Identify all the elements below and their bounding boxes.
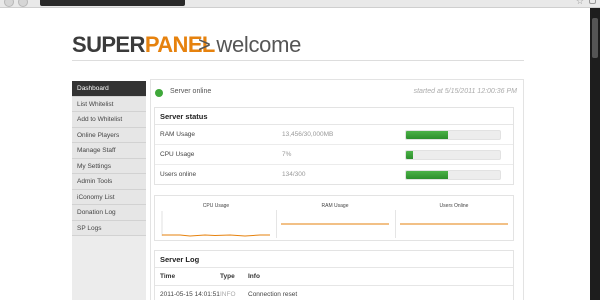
status-value: 13,456/30,000MB bbox=[282, 131, 334, 138]
usage-charts-panel: CPU Usage RAM Usage Users Online bbox=[154, 195, 514, 241]
sidebar-item-admin-tools[interactable]: Admin Tools bbox=[72, 174, 146, 190]
status-label: CPU Usage bbox=[160, 151, 195, 158]
chart-title: Users Online bbox=[439, 203, 469, 209]
server-log-title: Server Log bbox=[155, 251, 513, 268]
header-divider bbox=[72, 60, 524, 61]
sidebar: Dashboard List Whitelist Add to Whitelis… bbox=[72, 81, 146, 300]
status-row-ram: RAM Usage 13,456/30,000MB bbox=[155, 125, 513, 145]
sidebar-item-my-settings[interactable]: My Settings bbox=[72, 158, 146, 174]
progress-fill bbox=[406, 131, 449, 139]
ram-sparkline bbox=[281, 223, 389, 225]
column-header-type: Type bbox=[220, 273, 235, 280]
back-icon[interactable] bbox=[4, 0, 14, 7]
sidebar-item-list-whitelist[interactable]: List Whitelist bbox=[72, 96, 146, 112]
logo: SUPERPANEL bbox=[72, 34, 215, 56]
scrollbar[interactable] bbox=[592, 18, 598, 58]
column-header-time: Time bbox=[160, 273, 176, 280]
progress-fill bbox=[406, 151, 413, 159]
log-type: INFO bbox=[220, 291, 236, 298]
status-row-cpu: CPU Usage 7% bbox=[155, 145, 513, 165]
sidebar-item-online-players[interactable]: Online Players bbox=[72, 127, 146, 143]
status-value: 134/300 bbox=[282, 171, 306, 178]
log-info: Connection reset bbox=[248, 291, 298, 298]
sidebar-item-add-to-whitelist[interactable]: Add to Whitelist bbox=[72, 112, 146, 128]
users-online-chart: Users Online bbox=[395, 196, 513, 242]
status-value: 7% bbox=[282, 151, 292, 158]
ram-progress-bar bbox=[405, 130, 501, 140]
server-log-panel: Server Log Time Type Info 2011-05-15 14:… bbox=[154, 250, 514, 300]
server-online-text: Server online bbox=[170, 88, 212, 95]
log-time: 2011-05-15 14:01:51 bbox=[160, 291, 220, 298]
log-table-header: Time Type Info bbox=[155, 268, 513, 286]
cpu-progress-bar bbox=[405, 150, 501, 160]
online-status-icon bbox=[155, 89, 163, 97]
users-sparkline bbox=[400, 223, 508, 225]
sidebar-filler bbox=[72, 236, 146, 300]
browser-toolbar: ☆ bbox=[0, 0, 600, 8]
sidebar-item-dashboard[interactable]: Dashboard bbox=[72, 81, 146, 97]
progress-fill bbox=[406, 171, 449, 179]
table-row: 2011-05-15 14:01:51 INFO Connection rese… bbox=[155, 286, 513, 300]
status-row-users: Users online 134/300 bbox=[155, 165, 513, 185]
status-label: Users online bbox=[160, 171, 197, 178]
window-edge bbox=[590, 8, 600, 300]
sidebar-item-sp-logs[interactable]: SP Logs bbox=[72, 220, 146, 236]
chart-title: RAM Usage bbox=[321, 203, 349, 209]
star-icon[interactable]: ☆ bbox=[576, 0, 584, 7]
users-progress-bar bbox=[405, 170, 501, 180]
address-bar[interactable] bbox=[40, 0, 185, 6]
started-at-text: started at 5/15/2011 12:00:36 PM bbox=[413, 88, 517, 95]
server-status-line: Server online started at 5/15/2011 12:00… bbox=[155, 86, 517, 100]
forward-icon[interactable] bbox=[18, 0, 28, 7]
cpu-usage-chart: CPU Usage bbox=[157, 196, 275, 242]
sidebar-item-manage-staff[interactable]: Manage Staff bbox=[72, 143, 146, 159]
logo-super: SUPER bbox=[72, 32, 145, 57]
page-title: > welcome bbox=[198, 32, 302, 57]
sidebar-item-iconomy-list[interactable]: iConomy List bbox=[72, 189, 146, 205]
column-header-info: Info bbox=[248, 273, 260, 280]
server-status-title: Server status bbox=[155, 108, 513, 125]
ram-usage-chart: RAM Usage bbox=[276, 196, 394, 242]
status-label: RAM Usage bbox=[160, 131, 196, 138]
cpu-sparkline bbox=[161, 211, 270, 237]
server-status-panel: Server status RAM Usage 13,456/30,000MB … bbox=[154, 107, 514, 185]
sidebar-item-donation-log[interactable]: Donation Log bbox=[72, 205, 146, 221]
chart-title: CPU Usage bbox=[202, 203, 230, 209]
wrench-icon[interactable] bbox=[589, 0, 596, 4]
